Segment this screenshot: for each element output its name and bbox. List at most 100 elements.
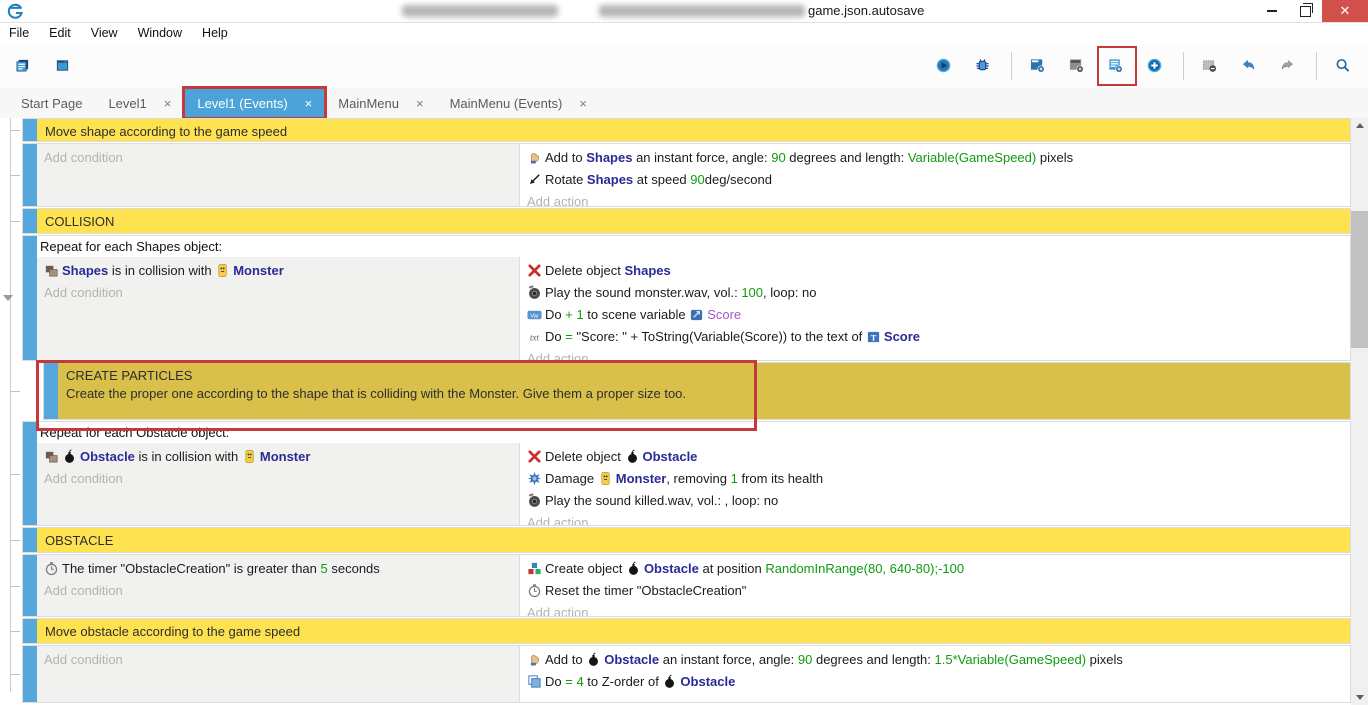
scrollbar-thumb[interactable]	[1351, 211, 1368, 348]
condition-line[interactable]: Obstacle is in collision with Monster	[37, 446, 519, 468]
tab-start-page[interactable]: Start Page	[8, 88, 95, 118]
menu-help[interactable]: Help	[192, 23, 238, 44]
event-handle-bar[interactable]	[23, 646, 37, 702]
monster-icon	[242, 446, 257, 468]
menu-edit[interactable]: Edit	[39, 23, 81, 44]
obstacle-icon	[625, 446, 640, 468]
comment-body[interactable]: OBSTACLE	[37, 528, 1350, 552]
event-handle-bar[interactable]	[23, 144, 37, 206]
standard-event[interactable]: Add conditionAdd to Shapes an instant fo…	[22, 143, 1351, 207]
conditions-column[interactable]: Shapes is in collision with MonsterAdd c…	[37, 257, 520, 360]
event-handle-bar[interactable]	[23, 236, 37, 360]
tab-close-icon[interactable]: ×	[416, 96, 424, 111]
add-condition-button[interactable]: Add condition	[37, 649, 519, 671]
repeat-event[interactable]: Repeat for each Shapes object:Shapes is …	[22, 235, 1351, 361]
actions-column[interactable]: Delete object ObstacleDamage Monster, re…	[520, 443, 1350, 525]
undo-button[interactable]	[1234, 50, 1266, 82]
actions-column[interactable]: Add to Obstacle an instant force, angle:…	[520, 646, 1350, 702]
scene-editor-button[interactable]	[48, 50, 80, 82]
preview-disabled-button[interactable]	[1195, 50, 1227, 82]
conditions-column[interactable]: Add condition	[37, 144, 520, 206]
add-external-layout-button[interactable]	[1062, 50, 1094, 82]
menu-file[interactable]: File	[0, 23, 39, 44]
tab-mainmenu[interactable]: MainMenu×	[325, 88, 436, 118]
action-line[interactable]: txtDo = "Score: " + ToString(Variable(Sc…	[520, 326, 1350, 348]
debug-button[interactable]	[968, 50, 1000, 82]
event-handle-bar[interactable]	[44, 363, 58, 419]
event-handle-bar[interactable]	[23, 619, 37, 643]
menu-view[interactable]: View	[81, 23, 128, 44]
add-action-button[interactable]: Add action	[520, 191, 1350, 206]
comment-event[interactable]: Move obstacle according to the game spee…	[22, 618, 1351, 644]
redo-button[interactable]	[1273, 50, 1305, 82]
tab-close-icon[interactable]: ×	[579, 96, 587, 111]
event-handle-bar[interactable]	[23, 119, 37, 141]
add-scene-button[interactable]	[1023, 50, 1055, 82]
comment-event[interactable]: Move shape according to the game speed	[22, 118, 1351, 142]
comment-event[interactable]: COLLISION	[22, 208, 1351, 234]
action-line[interactable]: Delete object Shapes	[520, 260, 1350, 282]
action-line[interactable]: Add to Shapes an instant force, angle: 9…	[520, 147, 1350, 169]
repeat-header[interactable]: Repeat for each Obstacle object:	[37, 422, 1350, 443]
action-line[interactable]: Delete object Obstacle	[520, 446, 1350, 468]
action-line[interactable]: Create object Obstacle at position Rando…	[520, 558, 1350, 580]
add-action-button[interactable]: Add action	[520, 512, 1350, 525]
condition-line[interactable]: Shapes is in collision with Monster	[37, 260, 519, 282]
comment-body[interactable]: CREATE PARTICLESCreate the proper one ac…	[58, 363, 1350, 419]
standard-event[interactable]: The timer "ObstacleCreation" is greater …	[22, 554, 1351, 617]
tab-level1[interactable]: Level1×	[95, 88, 184, 118]
add-object-button[interactable]	[1140, 50, 1172, 82]
comment-body[interactable]: Move shape according to the game speed	[37, 119, 1350, 141]
action-line[interactable]: Reset the timer "ObstacleCreation"	[520, 580, 1350, 602]
menu-window[interactable]: Window	[128, 23, 192, 44]
collapse-arrow-icon[interactable]	[3, 295, 13, 301]
action-line[interactable]: Rotate Shapes at speed 90deg/second	[520, 169, 1350, 191]
restore-button[interactable]	[1290, 0, 1320, 22]
minimize-button[interactable]	[1256, 0, 1288, 22]
repeat-header[interactable]: Repeat for each Shapes object:	[37, 236, 1350, 257]
vertical-scrollbar[interactable]	[1351, 118, 1368, 705]
conditions-column[interactable]: The timer "ObstacleCreation" is greater …	[37, 555, 520, 616]
tab-close-icon[interactable]: ×	[305, 96, 313, 111]
project-manager-button[interactable]	[8, 50, 40, 82]
action-line[interactable]: VarDo + 1 to scene variable Score	[520, 304, 1350, 326]
tab-level1-events-[interactable]: Level1 (Events)×	[184, 88, 325, 118]
add-action-button[interactable]: Add action	[520, 348, 1350, 360]
actions-column[interactable]: Add to Shapes an instant force, angle: 9…	[520, 144, 1350, 206]
text-segment: to scene variable	[584, 307, 690, 322]
scroll-down-arrow-icon[interactable]	[1351, 690, 1368, 705]
comment-body[interactable]: Move obstacle according to the game spee…	[37, 619, 1350, 643]
close-button[interactable]: ✕	[1322, 0, 1368, 22]
actions-column[interactable]: Create object Obstacle at position Rando…	[520, 555, 1350, 616]
add-condition-button[interactable]: Add condition	[37, 468, 519, 490]
action-line[interactable]: Play the sound killed.wav, vol.: , loop:…	[520, 490, 1350, 512]
standard-event[interactable]: Add conditionAdd to Obstacle an instant …	[22, 645, 1351, 703]
event-handle-bar[interactable]	[23, 422, 37, 525]
add-condition-button[interactable]: Add condition	[37, 282, 519, 304]
action-line[interactable]: Add to Obstacle an instant force, angle:…	[520, 649, 1350, 671]
comment-event[interactable]: CREATE PARTICLESCreate the proper one ac…	[43, 362, 1351, 420]
actions-column[interactable]: Delete object ShapesPlay the sound monst…	[520, 257, 1350, 360]
action-line[interactable]: Damage Monster, removing 1 from its heal…	[520, 468, 1350, 490]
add-condition-button[interactable]: Add condition	[37, 580, 519, 602]
tab-mainmenu-events-[interactable]: MainMenu (Events)×	[437, 88, 600, 118]
add-external-events-button[interactable]	[1101, 50, 1133, 82]
comment-event[interactable]: OBSTACLE	[22, 527, 1351, 553]
tab-bar: Start PageLevel1×Level1 (Events)×MainMen…	[0, 88, 1368, 118]
repeat-event[interactable]: Repeat for each Obstacle object:Obstacle…	[22, 421, 1351, 526]
action-line[interactable]: Play the sound monster.wav, vol.: 100, l…	[520, 282, 1350, 304]
conditions-column[interactable]: Add condition	[37, 646, 520, 702]
comment-body[interactable]: COLLISION	[37, 209, 1350, 233]
search-button[interactable]	[1328, 50, 1360, 82]
action-line[interactable]: Do = 4 to Z-order of Obstacle	[520, 671, 1350, 693]
event-handle-bar[interactable]	[23, 555, 37, 616]
tab-close-icon[interactable]: ×	[164, 96, 172, 111]
play-button[interactable]	[929, 50, 961, 82]
scroll-up-arrow-icon[interactable]	[1351, 118, 1368, 133]
event-handle-bar[interactable]	[23, 209, 37, 233]
condition-line[interactable]: The timer "ObstacleCreation" is greater …	[37, 558, 519, 580]
conditions-column[interactable]: Obstacle is in collision with MonsterAdd…	[37, 443, 520, 525]
add-action-button[interactable]: Add action	[520, 602, 1350, 616]
event-handle-bar[interactable]	[23, 528, 37, 552]
add-condition-button[interactable]: Add condition	[37, 147, 519, 169]
